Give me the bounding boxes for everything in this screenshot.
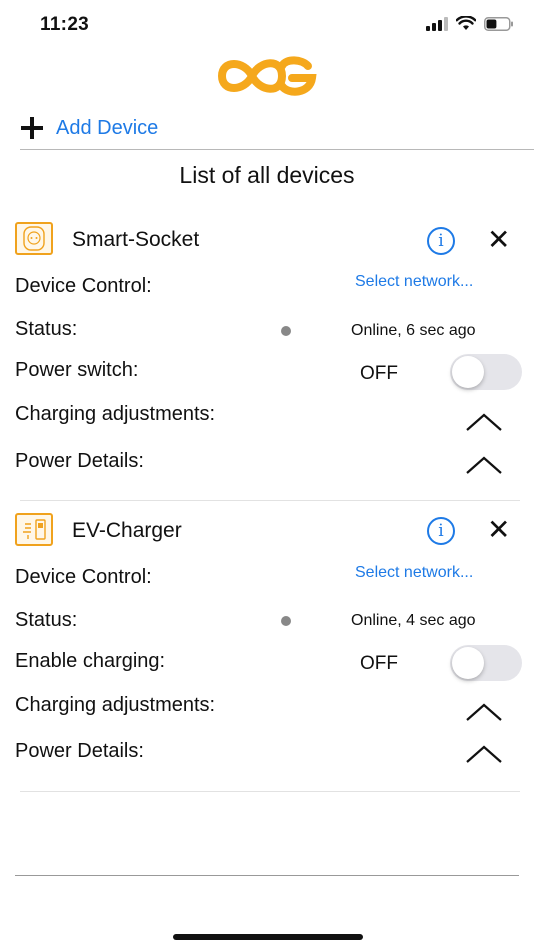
chevron-up-icon[interactable] <box>464 453 504 477</box>
smart-socket-icon <box>15 222 53 255</box>
status-indicator-dot <box>281 326 291 336</box>
toggle-knob <box>452 647 484 679</box>
status-icons <box>426 16 514 31</box>
chevron-up-icon[interactable] <box>464 742 504 766</box>
power-details-label: Power Details: <box>15 740 144 762</box>
status-bar: 11:23 <box>0 0 534 50</box>
brand-logo-icon <box>218 56 317 96</box>
power-switch-label: Power switch: <box>15 359 139 381</box>
info-icon[interactable]: i <box>427 517 455 545</box>
status-time: 11:23 <box>40 14 90 35</box>
charging-adjustments-label: Charging adjustments: <box>15 403 216 425</box>
device-card-ev-charger: EV-Charger i ✕ Device Control: Select ne… <box>0 501 534 791</box>
power-switch-toggle[interactable] <box>450 354 522 390</box>
power-details-label: Power Details: <box>15 450 144 472</box>
status-value: Online, 6 sec ago <box>351 322 476 339</box>
status-label: Status: <box>15 318 78 340</box>
plus-icon <box>20 116 44 140</box>
chevron-up-icon[interactable] <box>464 410 504 434</box>
home-indicator[interactable] <box>173 934 363 940</box>
add-device-button[interactable]: Add Device <box>20 116 158 140</box>
footer-divider <box>15 875 519 876</box>
signal-icon <box>426 16 448 31</box>
power-switch-state: OFF <box>360 363 398 384</box>
battery-icon <box>484 16 513 31</box>
info-icon[interactable]: i <box>427 227 455 255</box>
device-control-label: Device Control: <box>15 275 152 297</box>
select-network-link[interactable]: Select network... <box>355 273 473 291</box>
device-control-label: Device Control: <box>15 566 152 588</box>
add-device-label: Add Device <box>56 116 159 139</box>
toggle-knob <box>452 356 484 388</box>
device-divider <box>20 791 520 792</box>
status-indicator-dot <box>281 616 291 626</box>
enable-charging-toggle[interactable] <box>450 645 522 681</box>
status-label: Status: <box>15 609 78 631</box>
chevron-up-icon[interactable] <box>464 700 504 724</box>
enable-charging-label: Enable charging: <box>15 650 166 672</box>
status-value: Online, 4 sec ago <box>351 612 476 629</box>
ev-charger-icon <box>15 513 53 546</box>
wifi-icon <box>456 16 476 30</box>
select-network-link[interactable]: Select network... <box>355 564 473 582</box>
header-divider <box>20 149 534 150</box>
device-name: Smart-Socket <box>72 228 200 251</box>
device-card-smart-socket: Smart-Socket i ✕ Device Control: Select … <box>0 210 534 500</box>
close-icon[interactable]: ✕ <box>487 516 510 544</box>
enable-charging-state: OFF <box>360 653 398 674</box>
list-title: List of all devices <box>179 162 355 188</box>
close-icon[interactable]: ✕ <box>487 226 510 254</box>
device-name: EV-Charger <box>72 519 182 542</box>
charging-adjustments-label: Charging adjustments: <box>15 694 216 716</box>
